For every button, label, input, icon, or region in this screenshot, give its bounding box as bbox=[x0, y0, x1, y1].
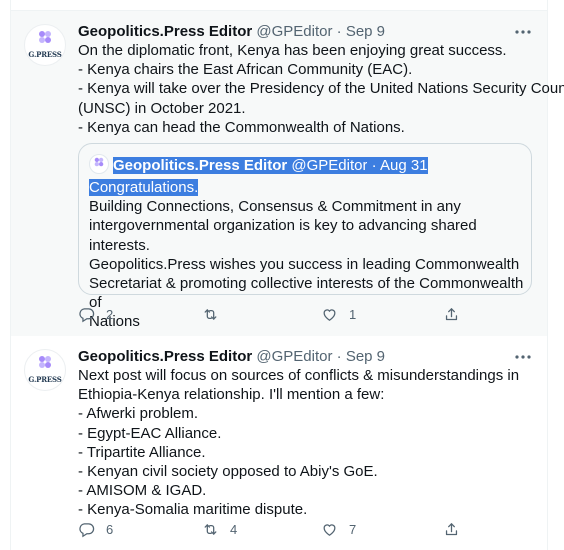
tweet-1[interactable]: G.PRESS Geopolitics.Press Editor @GPEdit… bbox=[11, 10, 564, 337]
share-button[interactable] bbox=[443, 519, 460, 539]
tweet-line: - Afwerki problem. bbox=[78, 405, 199, 423]
share-icon bbox=[445, 307, 458, 320]
reply-count: 6 bbox=[106, 521, 114, 537]
author-name[interactable]: Geopolitics.Press Editor bbox=[78, 23, 252, 40]
more-options-button[interactable] bbox=[513, 22, 533, 42]
separator: · bbox=[336, 348, 342, 365]
separator: · bbox=[336, 23, 342, 40]
like-count: 1 bbox=[349, 306, 357, 322]
quoted-tweet[interactable]: Geopolitics.Press Editor @GPEditor · Aug… bbox=[78, 143, 532, 330]
like-button[interactable]: 7 bbox=[321, 519, 356, 539]
quoted-tweet-date: Aug 31 bbox=[380, 157, 428, 174]
gpress-logo-icon bbox=[39, 356, 51, 368]
separator: · bbox=[371, 157, 377, 174]
tweet-line: - Kenya will take over the Presidency of… bbox=[78, 80, 564, 98]
gpress-logo-icon bbox=[39, 31, 51, 43]
reply-icon bbox=[79, 522, 95, 537]
quoted-avatar bbox=[89, 154, 109, 174]
gpress-logo-icon bbox=[94, 157, 104, 167]
author-handle[interactable]: @GPEditor bbox=[256, 23, 332, 40]
tweet-text: On the diplomatic front, Kenya has been … bbox=[78, 41, 564, 137]
timeline: G.PRESS Geopolitics.Press Editor @GPEdit… bbox=[10, 0, 564, 550]
more-horizontal-icon bbox=[515, 30, 531, 34]
tweet-header: Geopolitics.Press Editor @GPEditor · Sep… bbox=[78, 347, 385, 367]
author-name[interactable]: Geopolitics.Press Editor bbox=[78, 348, 252, 365]
share-button[interactable] bbox=[443, 304, 460, 324]
retweet-icon bbox=[204, 523, 217, 535]
retweet-button[interactable] bbox=[202, 304, 230, 324]
more-horizontal-icon bbox=[515, 355, 531, 359]
quote-line: intergovernmental organization is key to… bbox=[89, 217, 477, 254]
tweet-line: - AMISOM & IGAD. bbox=[78, 482, 207, 500]
tweet-line: Next post will focus on sources of confl… bbox=[78, 367, 520, 384]
tweet-text: Next post will focus on sources of confl… bbox=[78, 366, 538, 520]
reply-button[interactable]: 2 bbox=[78, 304, 113, 324]
retweet-icon bbox=[204, 308, 217, 320]
tweet-line: - Kenya can head the Commonwealth of Nat… bbox=[78, 118, 405, 136]
avatar[interactable]: G.PRESS bbox=[24, 349, 66, 391]
tweet-line: - Tripartite Alliance. bbox=[78, 443, 206, 461]
more-options-button[interactable] bbox=[513, 347, 533, 367]
tweet-line: - Egypt-EAC Alliance. bbox=[78, 424, 222, 442]
tweet-2[interactable]: G.PRESS Geopolitics.Press Editor @GPEdit… bbox=[11, 336, 547, 550]
author-handle[interactable]: @GPEditor bbox=[256, 348, 332, 365]
like-icon bbox=[323, 523, 336, 536]
tweet-line: - Kenyan civil society opposed to Abiy's… bbox=[78, 463, 378, 481]
quote-line: Geopolitics.Press wishes you success in … bbox=[89, 255, 520, 273]
reply-count: 2 bbox=[106, 306, 114, 322]
like-count: 7 bbox=[349, 521, 357, 537]
like-button[interactable]: 1 bbox=[321, 304, 356, 324]
tweet-actions: 6 4 7 bbox=[78, 519, 508, 539]
quote-line: Building Connections, Consensus & Commit… bbox=[89, 198, 461, 216]
quoted-author-name: Geopolitics.Press Editor bbox=[113, 157, 288, 174]
avatar[interactable]: G.PRESS bbox=[24, 24, 66, 66]
reply-button[interactable]: 6 bbox=[78, 519, 113, 539]
retweet-count: 4 bbox=[230, 521, 238, 537]
tweet-date[interactable]: Sep 9 bbox=[346, 348, 385, 365]
quoted-author-handle: @GPEditor bbox=[291, 157, 368, 174]
retweet-button[interactable]: 4 bbox=[202, 519, 237, 539]
quoted-tweet-header: Geopolitics.Press Editor @GPEditor · Aug… bbox=[89, 154, 428, 176]
avatar-logo-text: G.PRESS bbox=[28, 50, 62, 59]
highlighted-text: Congratulations. bbox=[89, 179, 199, 196]
tweet-actions: 2 1 bbox=[78, 304, 508, 324]
tweet-header: Geopolitics.Press Editor @GPEditor · Sep… bbox=[78, 22, 385, 42]
tweet-line: Ethiopia-Kenya relationship. I'll mentio… bbox=[78, 386, 385, 404]
tweet-line: - Kenya-Somalia maritime dispute. bbox=[78, 501, 308, 519]
avatar-logo-text: G.PRESS bbox=[28, 375, 62, 384]
share-icon bbox=[445, 522, 458, 535]
tweet-line: On the diplomatic front, Kenya has been … bbox=[78, 42, 507, 59]
reply-icon bbox=[79, 307, 95, 322]
tweet-line: (UNSC) in October 2021. bbox=[78, 99, 246, 117]
like-icon bbox=[323, 308, 336, 321]
tweet-date[interactable]: Sep 9 bbox=[346, 23, 385, 40]
tweet-line: - Kenya chairs the East African Communit… bbox=[78, 61, 413, 79]
